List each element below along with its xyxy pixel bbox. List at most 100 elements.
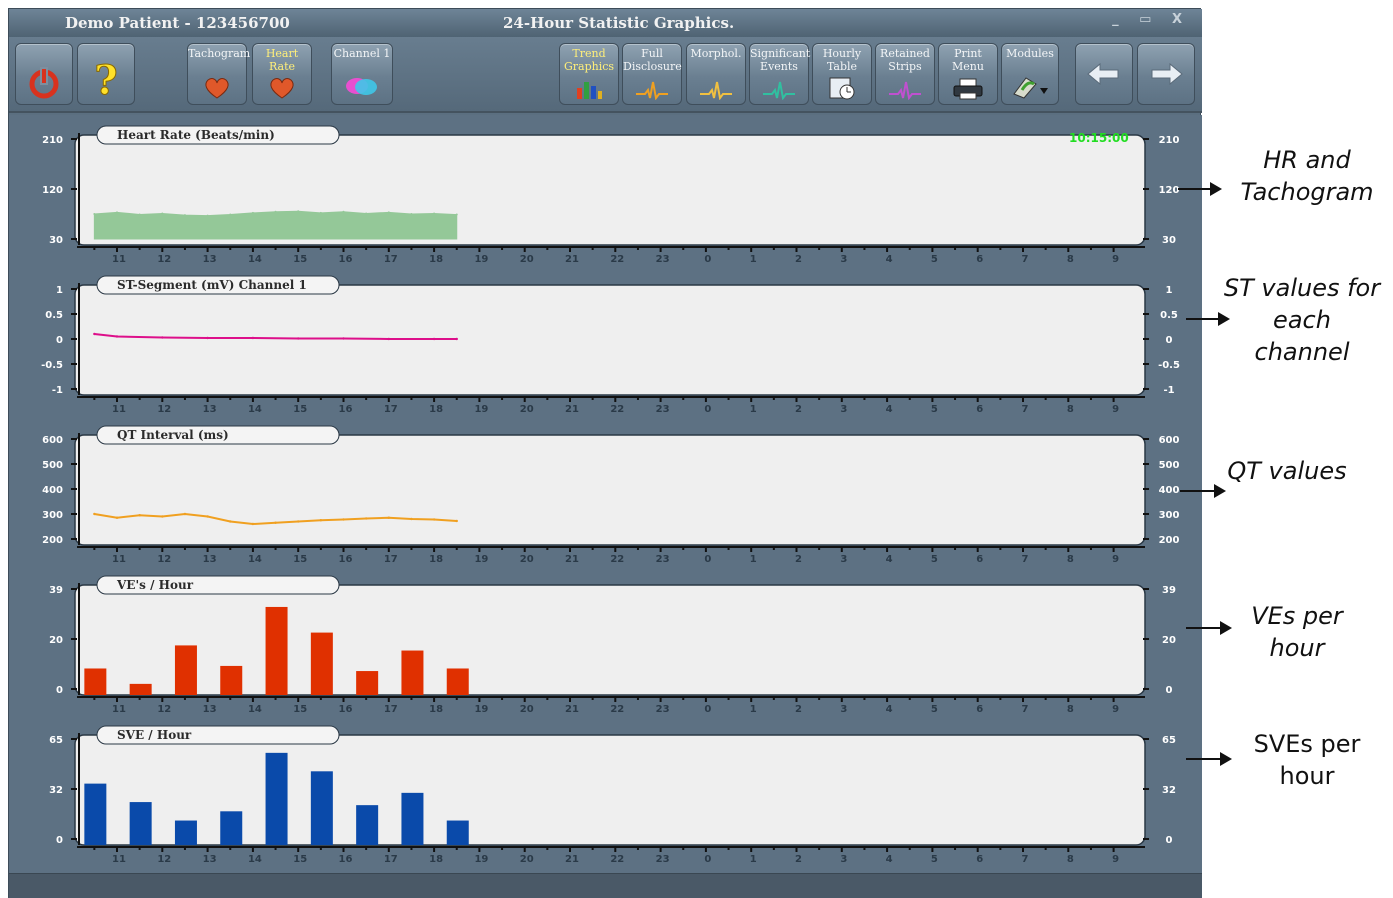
morphology-button[interactable]: Morphol. <box>686 43 746 105</box>
full-disclosure-label: Full Disclosure <box>623 47 682 73</box>
x-tick-label: 2 <box>795 404 802 415</box>
st-point <box>455 337 458 341</box>
patient-label: Demo Patient - 123456700 <box>65 14 290 32</box>
heart-rate-button[interactable]: Heart Rate <box>252 43 312 105</box>
x-tick-label: 7 <box>1022 704 1029 715</box>
x-tick-label: 4 <box>886 554 893 565</box>
x-tick-label: 19 <box>474 854 488 865</box>
hr-point <box>319 211 322 214</box>
chart-title: Heart Rate (Beats/min) <box>117 128 275 142</box>
annotation-arrow <box>1178 182 1222 196</box>
qt-point <box>183 512 187 516</box>
retained-strips-button[interactable]: Retained Strips <box>875 43 935 105</box>
sve-bar <box>129 802 152 845</box>
x-tick-label: 13 <box>203 854 217 865</box>
st-point <box>93 332 96 336</box>
x-tick-label: 8 <box>1067 704 1074 715</box>
y-tick-label: 210 <box>42 135 63 146</box>
st-point <box>432 337 436 341</box>
x-tick-label: 14 <box>248 704 262 715</box>
x-tick-label: 12 <box>157 854 171 865</box>
qt-point <box>161 515 164 518</box>
qt-point <box>274 521 277 524</box>
forward-button[interactable] <box>1137 43 1195 105</box>
x-tick-label: 2 <box>795 854 802 865</box>
st-point <box>115 335 119 338</box>
x-tick-label: 6 <box>976 854 983 865</box>
x-tick-label: 3 <box>840 554 847 565</box>
tachogram-button[interactable]: Tachogram <box>187 43 250 105</box>
print-menu-button[interactable]: Print Menu <box>938 43 998 105</box>
channel-button[interactable]: Channel 1 <box>331 43 393 105</box>
hr-point <box>387 211 390 214</box>
x-tick-label: 8 <box>1067 554 1074 565</box>
y-tick-label: 65 <box>1162 735 1176 746</box>
toolbar: ? Tachogram Heart Rate Channel 1 Trend G… <box>9 37 1202 113</box>
x-tick-label: 5 <box>931 404 938 415</box>
x-tick-label: 23 <box>656 704 670 715</box>
hr-point <box>297 210 300 213</box>
window-controls[interactable]: _ ▭ X <box>1112 12 1190 27</box>
x-tick-label: 14 <box>248 254 262 265</box>
x-tick-label: 18 <box>429 404 443 415</box>
x-tick-label: 17 <box>384 404 398 415</box>
x-tick-label: 0 <box>704 254 711 265</box>
x-tick-label: 19 <box>474 704 488 715</box>
trend-graphics-button[interactable]: Trend Graphics <box>559 43 619 105</box>
x-tick-label: 0 <box>704 704 711 715</box>
ve-bar <box>401 650 424 695</box>
back-button[interactable] <box>1075 43 1133 105</box>
y-tick-label: 0 <box>56 335 63 346</box>
y-tick-label: 20 <box>49 635 63 646</box>
x-tick-label: 0 <box>704 854 711 865</box>
significant-events-button[interactable]: Significant Events <box>749 43 810 105</box>
heart-rate-label: Heart Rate <box>265 47 299 73</box>
help-button[interactable]: ? <box>77 43 135 105</box>
power-button[interactable] <box>15 43 73 105</box>
y-tick-label: 0 <box>1166 685 1173 696</box>
hr-point <box>365 212 368 215</box>
annotation-hr: HR and Tachogram <box>1240 146 1374 206</box>
x-tick-label: 9 <box>1112 254 1119 265</box>
x-tick-label: 12 <box>157 554 171 565</box>
y-tick-label: 210 <box>1159 135 1180 146</box>
full-disclosure-button[interactable]: Full Disclosure <box>622 43 682 105</box>
sve-bar <box>446 820 469 845</box>
ve-bar <box>129 683 152 695</box>
hr-point <box>183 214 186 217</box>
y-tick-label: -0.5 <box>41 360 63 371</box>
trend-graphics-label: Trend Graphics <box>563 47 615 73</box>
x-tick-label: 11 <box>112 404 126 415</box>
sve-bar <box>310 771 333 845</box>
x-tick-label: 7 <box>1022 554 1029 565</box>
x-tick-label: 5 <box>931 554 938 565</box>
printer-icon <box>953 78 983 100</box>
annotation-arrow <box>1186 752 1232 766</box>
y-tick-label: -1 <box>1163 385 1174 396</box>
charts-area: Heart Rate (Beats/min) 210 210 120 120 30 30 11… <box>9 115 1202 873</box>
x-tick-label: 19 <box>474 404 488 415</box>
x-tick-label: 6 <box>976 404 983 415</box>
x-tick-label: 16 <box>339 554 353 565</box>
x-tick-label: 8 <box>1067 254 1074 265</box>
x-tick-label: 3 <box>840 404 847 415</box>
y-tick-label: 120 <box>42 185 63 196</box>
chart-title: SVE / Hour <box>117 728 192 742</box>
hr-point <box>93 213 96 215</box>
y-tick-label: 300 <box>42 510 63 521</box>
x-tick-label: 7 <box>1022 854 1029 865</box>
modules-button[interactable]: Modules <box>1001 43 1059 105</box>
y-tick-label: 600 <box>1159 435 1180 446</box>
y-tick-label: 200 <box>42 535 63 546</box>
arrow-right-icon <box>1151 62 1183 86</box>
x-tick-label: 5 <box>931 254 938 265</box>
x-tick-label: 1 <box>750 704 757 715</box>
annotation-ve: VEs per hour <box>1251 602 1343 662</box>
y-tick-label: 0 <box>1166 835 1173 846</box>
x-tick-label: 21 <box>565 404 579 415</box>
hourly-table-button[interactable]: Hourly Table <box>812 43 872 105</box>
x-tick-label: 0 <box>704 554 711 565</box>
window-title: 24-Hour Statistic Graphics. <box>503 14 735 32</box>
x-tick-label: 21 <box>565 254 579 265</box>
x-tick-label: 3 <box>840 254 847 265</box>
